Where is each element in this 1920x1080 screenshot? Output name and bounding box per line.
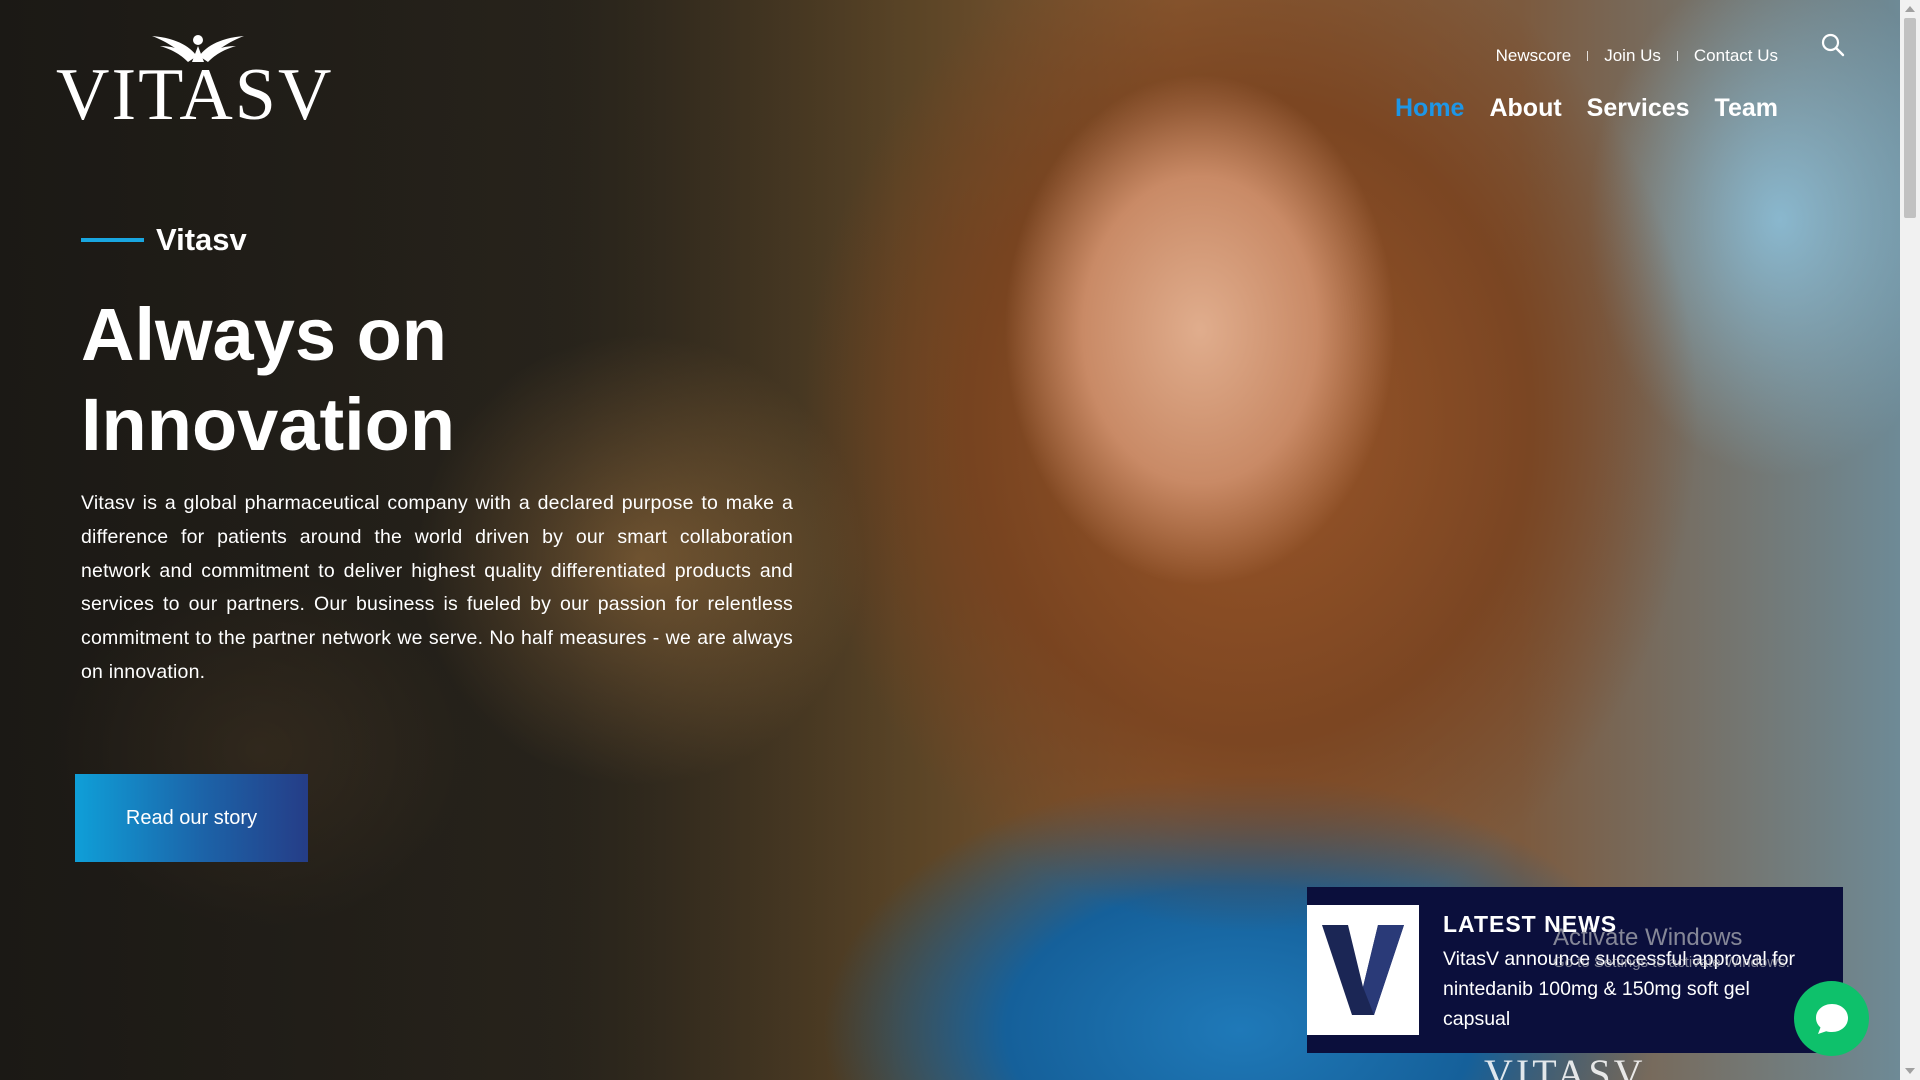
chat-button[interactable] [1794, 981, 1869, 1056]
eyebrow-text: Vitasv [156, 222, 247, 257]
news-logo [1307, 905, 1419, 1035]
nav-link-team[interactable]: Team [1715, 94, 1778, 123]
v-logo-icon [1322, 925, 1404, 1015]
nav-link-newscore[interactable]: Newscore [1496, 46, 1572, 66]
headline-line-2: Innovation [81, 383, 456, 466]
hero-headline: Always on Innovation [81, 290, 781, 470]
nav-link-about[interactable]: About [1489, 94, 1561, 123]
scrollbar-thumb[interactable] [1904, 18, 1916, 218]
page-scrollbar[interactable] [1900, 0, 1920, 1080]
chat-bubble-icon [1815, 1003, 1848, 1034]
hero-eyebrow: Vitasv [81, 222, 247, 258]
eyebrow-accent-line [81, 238, 144, 242]
windows-activation-watermark: Activate Windows Go to Settings to activ… [1553, 924, 1790, 971]
main-nav: Home About Services Team [1395, 94, 1778, 123]
read-our-story-button[interactable]: Read our story [75, 774, 308, 862]
nav-divider [1676, 51, 1678, 61]
watermark-title: Activate Windows [1553, 924, 1743, 951]
search-icon[interactable] [1820, 32, 1846, 58]
scroll-up-arrow-icon[interactable] [1905, 6, 1915, 12]
nav-link-contact-us[interactable]: Contact Us [1694, 46, 1778, 66]
nav-link-services[interactable]: Services [1587, 94, 1690, 123]
site-logo[interactable]: VITASV [56, 28, 331, 132]
hero-intro-text: Vitasv is a global pharmaceutical compan… [81, 492, 793, 683]
nav-link-home[interactable]: Home [1395, 94, 1464, 123]
nav-link-join-us[interactable]: Join Us [1604, 46, 1661, 66]
nav-divider [1587, 51, 1589, 61]
utility-nav: Newscore Join Us Contact Us [1496, 46, 1778, 66]
scroll-down-arrow-icon[interactable] [1905, 1068, 1915, 1074]
logo-wordmark: VITASV [56, 54, 334, 136]
headline-line-1: Always on [81, 293, 447, 376]
shirt-logo: VITASV [1484, 1051, 1646, 1080]
watermark-subtitle: Go to Settings to activate Windows. [1553, 954, 1790, 971]
